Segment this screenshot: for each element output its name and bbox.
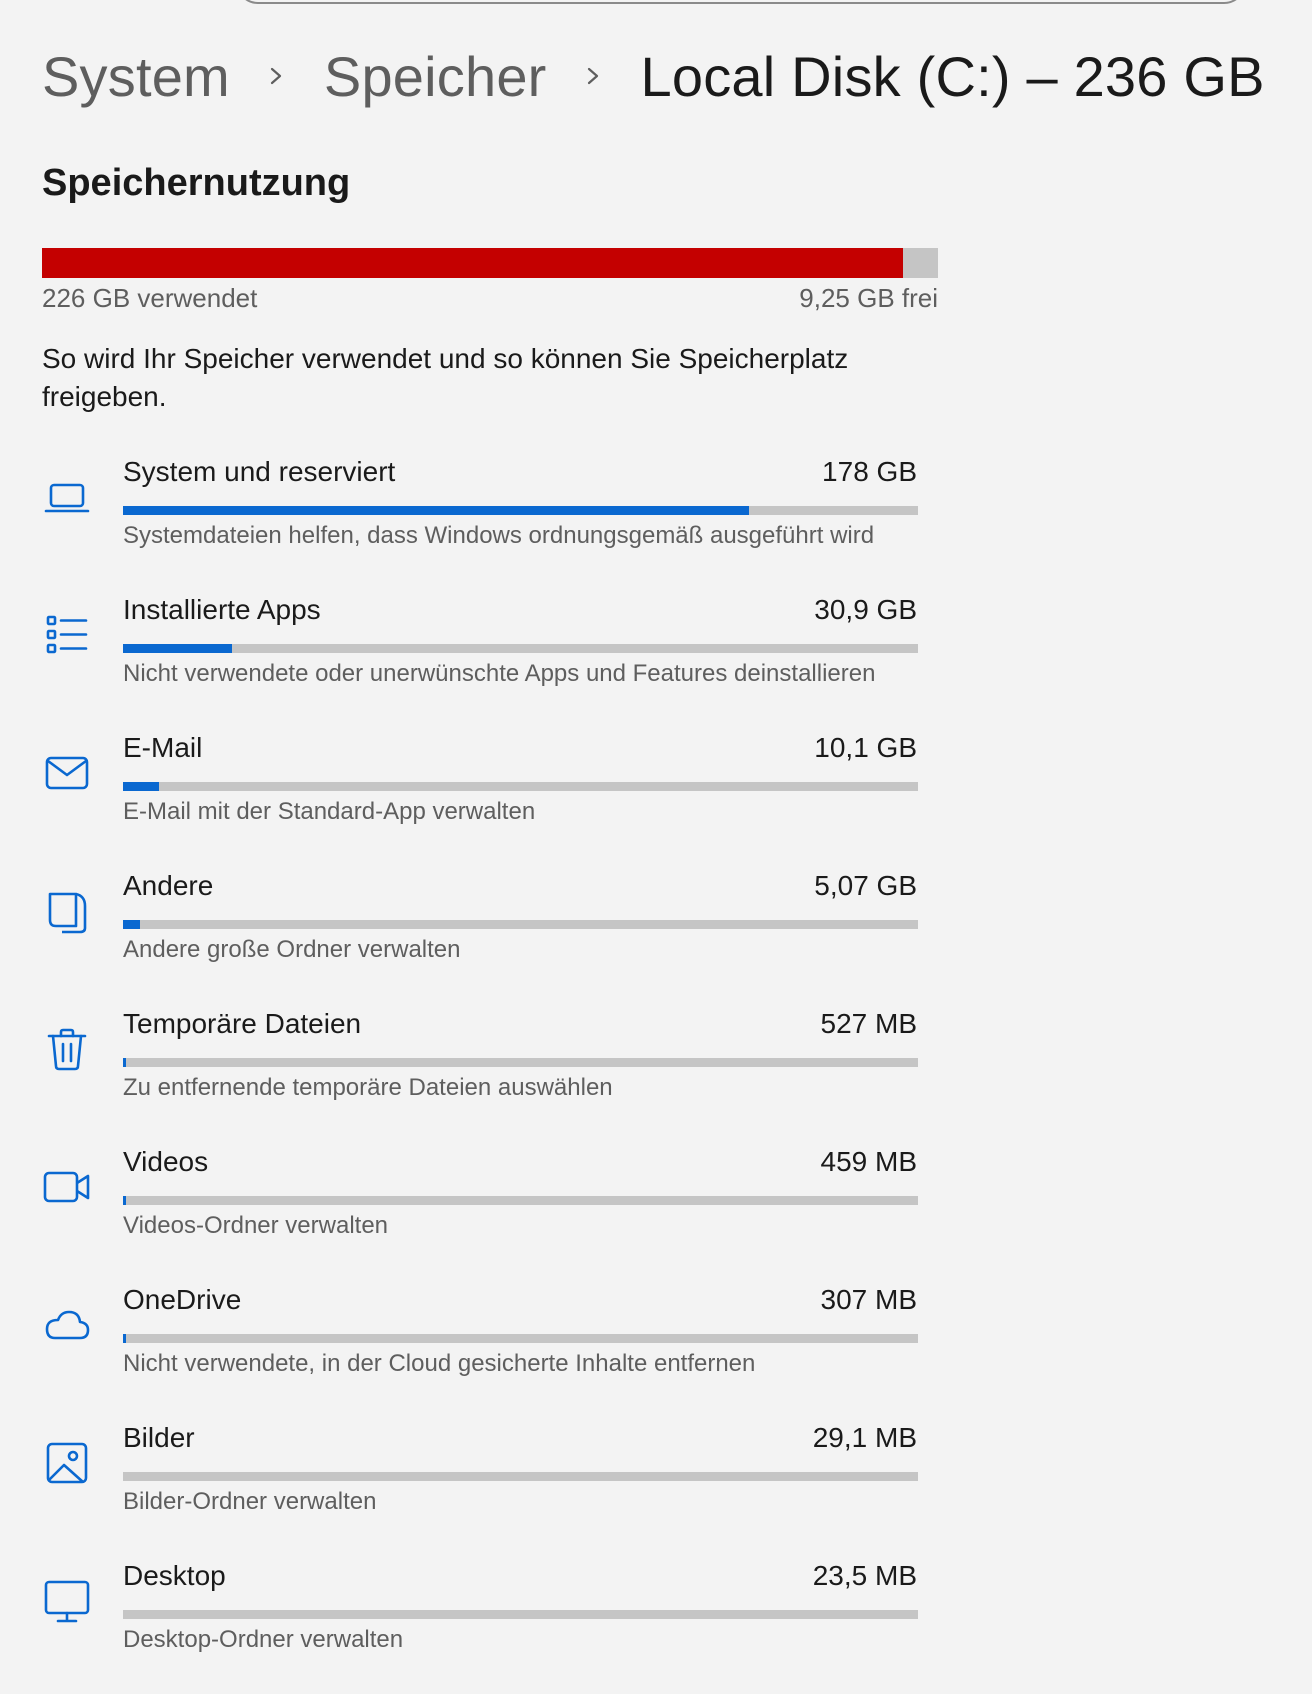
category-usage-bar [123, 1610, 918, 1619]
video-camera-icon [42, 1162, 92, 1212]
category-label: System und reserviert [123, 456, 396, 487]
category-usage-bar [123, 644, 918, 653]
category-list: System und reserviert 178 GB Systemdateien… [0, 452, 960, 1694]
category-item[interactable]: Temporäre Dateien 527 MB Zu entfernende te… [0, 1004, 960, 1142]
document-icon [42, 886, 92, 936]
category-size: 178 GB [822, 456, 917, 487]
category-usage-bar [123, 506, 918, 515]
trash-icon [42, 1024, 92, 1074]
breadcrumb-speicher[interactable]: Speicher [324, 44, 547, 109]
category-usage-bar [123, 1472, 918, 1481]
category-size: 10,1 GB [814, 732, 917, 763]
category-label: Bilder [123, 1422, 195, 1453]
category-size: 30,9 GB [814, 594, 917, 625]
category-usage-bar [123, 1058, 918, 1067]
category-usage-fill [123, 782, 159, 791]
category-label: Installierte Apps [123, 594, 321, 625]
category-usage-bar [123, 782, 918, 791]
category-description: Desktop-Ordner verwalten [123, 1626, 404, 1653]
chevron-right-icon [583, 66, 603, 86]
category-usage-fill [123, 506, 749, 515]
category-item[interactable]: Installierte Apps 30,9 GB Nicht verwendete… [0, 590, 960, 728]
storage-usage-bar [42, 248, 938, 278]
category-size: 5,07 GB [814, 870, 917, 901]
category-description: Nicht verwendete oder unerwünschte Apps … [123, 660, 876, 687]
free-space-label: 9,25 GB frei [799, 283, 938, 313]
breadcrumb: System Speicher Local Disk (C:) – 236 GB [42, 40, 1265, 112]
category-usage-fill [123, 1334, 127, 1343]
category-label: E-Mail [123, 732, 203, 763]
category-item[interactable]: OneDrive 307 MB Nicht verwendete, in der C… [0, 1280, 960, 1418]
category-description: Bilder-Ordner verwalten [123, 1488, 377, 1515]
category-item[interactable]: System und reserviert 178 GB Systemdateien… [0, 452, 960, 590]
intro-text: So wird Ihr Speicher verwendet und so kö… [42, 343, 849, 412]
category-size: 459 MB [820, 1146, 918, 1177]
category-item[interactable]: Andere 5,07 GB Andere große Ordner verwalt… [0, 866, 960, 1004]
category-usage-fill [123, 644, 232, 653]
used-space-label: 226 GB verwendet [42, 283, 258, 313]
category-description: Andere große Ordner verwalten [123, 936, 461, 963]
category-usage-bar [123, 920, 918, 929]
category-size: 23,5 MB [812, 1560, 917, 1591]
category-label: Videos [123, 1146, 209, 1177]
search-box[interactable] [236, 0, 1246, 4]
category-label: Temporäre Dateien [123, 1008, 362, 1039]
category-description: Videos-Ordner verwalten [123, 1212, 389, 1239]
cloud-icon [42, 1300, 92, 1350]
category-item[interactable]: Bilder 29,1 MB Bilder-Ordner verwalten [0, 1418, 960, 1556]
breadcrumb-current: Local Disk (C:) – 236 GB [640, 44, 1265, 108]
category-usage-bar [123, 1196, 918, 1205]
mail-icon [42, 748, 92, 798]
storage-usage-fill [42, 248, 904, 278]
category-usage-fill [123, 920, 141, 929]
category-item[interactable]: Videos 459 MB Videos-Ordner verwalten [0, 1142, 960, 1280]
laptop-icon [42, 472, 92, 522]
category-size: 29,1 MB [812, 1422, 917, 1453]
category-description: Systemdateien helfen, dass Windows ordnu… [123, 522, 875, 549]
chevron-right-icon [266, 66, 286, 86]
category-usage-bar [123, 1334, 918, 1343]
category-label: OneDrive [123, 1284, 242, 1315]
section-title: Speichernutzung [42, 162, 351, 204]
category-usage-fill [123, 1058, 127, 1067]
category-item[interactable]: Desktop 23,5 MB Desktop-Ordner verwalten [0, 1556, 960, 1694]
category-size: 527 MB [820, 1008, 918, 1039]
category-description: Zu entfernende temporäre Dateien auswähl… [123, 1074, 613, 1101]
apps-list-icon [42, 610, 92, 660]
category-label: Desktop [123, 1560, 226, 1591]
image-icon [42, 1438, 92, 1488]
category-item[interactable]: E-Mail 10,1 GB E-Mail mit der Standard-App… [0, 728, 960, 866]
category-size: 307 MB [820, 1284, 918, 1315]
category-description: E-Mail mit der Standard-App verwalten [123, 798, 536, 825]
breadcrumb-system[interactable]: System [42, 44, 230, 109]
category-description: Nicht verwendete, in der Cloud gesichert… [123, 1350, 756, 1377]
monitor-icon [42, 1576, 92, 1626]
category-label: Andere [123, 870, 214, 901]
category-usage-fill [123, 1196, 127, 1205]
